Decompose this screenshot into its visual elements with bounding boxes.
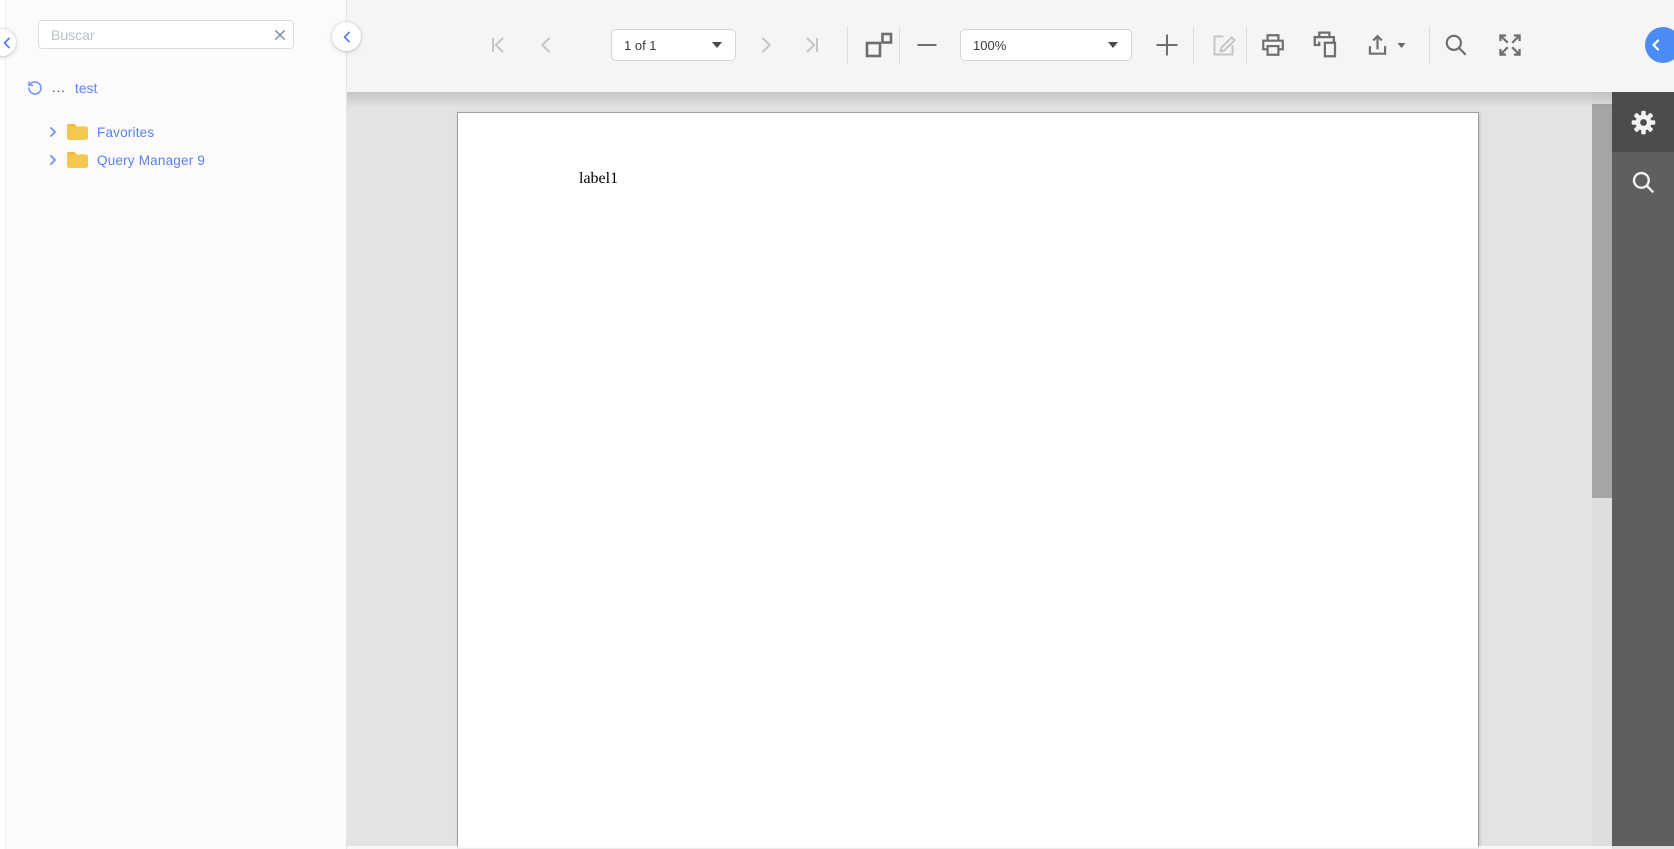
sidebar-search-box: [38, 20, 294, 49]
collapse-sidebar-button[interactable]: [332, 22, 361, 51]
folder-icon: [67, 124, 97, 140]
magnifier-icon: [1630, 169, 1656, 195]
toolbar-divider: [1193, 26, 1194, 64]
first-page-icon: [486, 33, 510, 57]
document-area: label1: [347, 92, 1612, 849]
report-viewer-app: ... test Favorites Query Manag: [0, 0, 1674, 849]
search-button[interactable]: [1443, 32, 1469, 58]
zoom-in-button[interactable]: [1154, 32, 1180, 58]
expand-chevron-icon[interactable]: [48, 127, 67, 137]
fullscreen-icon: [1497, 32, 1524, 59]
gear-icon: [1630, 109, 1657, 136]
print-page-icon: [1313, 31, 1340, 59]
expand-chevron-icon[interactable]: [48, 155, 67, 165]
right-tab-rail: [1612, 92, 1674, 849]
chevron-left-icon: [1650, 39, 1662, 51]
zoom-select-value: 100%: [973, 37, 1007, 53]
expand-right-panel-button[interactable]: [1645, 27, 1674, 63]
last-page-icon: [800, 33, 824, 57]
vertical-scrollbar[interactable]: [1592, 92, 1612, 849]
breadcrumb-ellipsis[interactable]: ...: [52, 81, 66, 94]
zoom-in-icon: [1154, 32, 1180, 58]
print-page-button[interactable]: [1313, 31, 1340, 59]
toolbar-divider: [1246, 26, 1247, 64]
edit-icon: [1211, 32, 1238, 59]
export-icon: [1365, 32, 1391, 58]
report-text-label: label1: [579, 170, 619, 187]
undo-icon[interactable]: [27, 80, 43, 96]
zoom-out-button[interactable]: [915, 33, 939, 57]
tree-item-label: Favorites: [97, 124, 155, 140]
chevron-left-icon: [1, 37, 13, 49]
breadcrumb: ... test: [27, 78, 97, 98]
first-page-button[interactable]: [486, 33, 510, 57]
chevron-left-icon: [341, 31, 353, 43]
search-input[interactable]: [39, 26, 267, 43]
page-select[interactable]: 1 of 1: [611, 29, 736, 61]
search-icon: [1443, 32, 1469, 58]
fullscreen-button[interactable]: [1497, 32, 1524, 59]
search-tab[interactable]: [1612, 152, 1674, 212]
dropdown-caret-icon: [1108, 42, 1118, 48]
left-gutter: [0, 0, 6, 849]
sidebar: ... test Favorites Query Manag: [6, 0, 347, 849]
settings-tab[interactable]: [1612, 92, 1674, 152]
folder-tree: Favorites Query Manager 9: [6, 118, 346, 174]
toolbar-divider: [1429, 26, 1430, 64]
tree-item-query-manager-9[interactable]: Query Manager 9: [6, 146, 346, 174]
folder-icon: [67, 152, 97, 168]
tree-item-label: Query Manager 9: [97, 152, 206, 168]
toolbar-divider: [899, 26, 900, 64]
multipage-view-button[interactable]: [863, 30, 893, 60]
previous-page-button[interactable]: [534, 33, 558, 57]
export-caret-icon: [1397, 42, 1406, 48]
report-page: label1: [457, 112, 1479, 849]
dropdown-caret-icon: [712, 42, 722, 48]
zoom-select[interactable]: 100%: [960, 29, 1132, 61]
breadcrumb-current[interactable]: test: [75, 80, 98, 96]
print-button[interactable]: [1260, 32, 1286, 58]
clear-search-icon[interactable]: [267, 28, 293, 42]
export-button[interactable]: [1365, 32, 1406, 58]
zoom-out-icon: [915, 33, 939, 57]
toolbar-divider: [847, 26, 848, 64]
print-icon: [1260, 32, 1286, 58]
edit-button[interactable]: [1211, 32, 1238, 59]
previous-page-icon: [534, 33, 558, 57]
tree-item-favorites[interactable]: Favorites: [6, 118, 346, 146]
page-select-value: 1 of 1: [624, 37, 657, 53]
next-page-button[interactable]: [754, 33, 778, 57]
next-page-icon: [754, 33, 778, 57]
toolbar: 1 of 1 100%: [347, 0, 1674, 92]
last-page-button[interactable]: [800, 33, 824, 57]
multipage-view-icon: [863, 30, 893, 60]
scrollbar-thumb[interactable]: [1592, 104, 1612, 498]
